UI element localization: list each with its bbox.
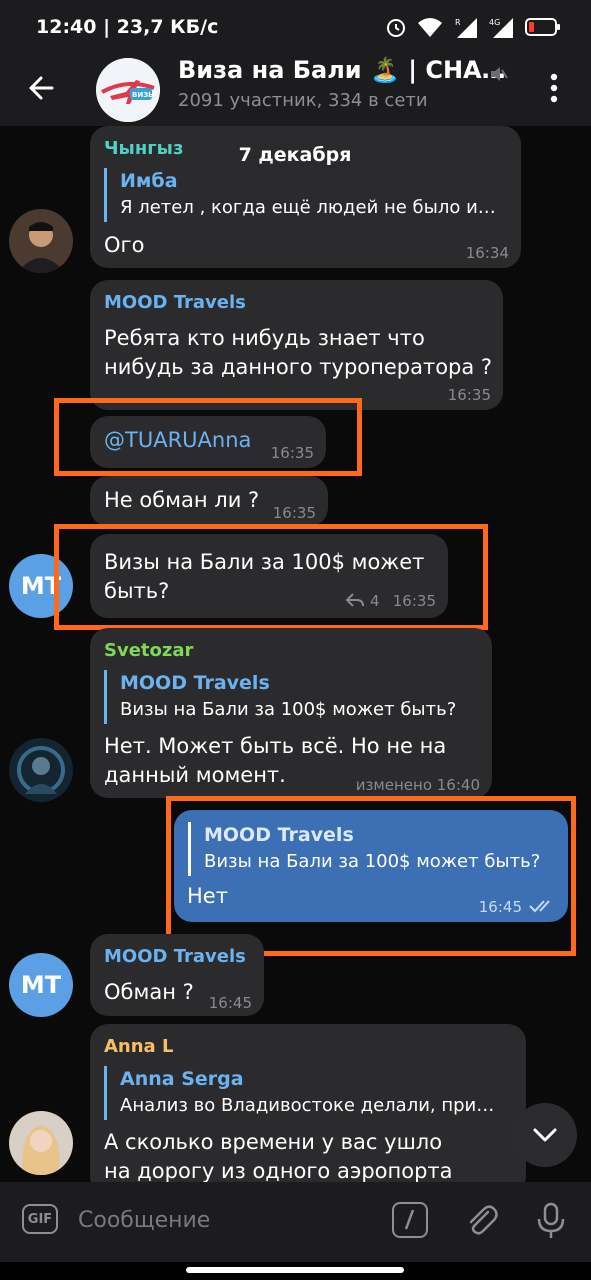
chevron-down-icon [533, 1128, 557, 1142]
message-time: 16:45 [208, 994, 252, 1012]
message-list[interactable]: Чынгыз Имба Я летел , когда ещё людей не… [0, 126, 591, 1182]
arrow-left-icon [29, 76, 54, 100]
message-bubble[interactable]: MOOD Travels Ребята кто нибудь знает что… [90, 280, 503, 410]
sender-name: MOOD Travels [104, 946, 246, 967]
status-icons: R 4G [385, 14, 561, 40]
paperclip-icon [469, 1205, 498, 1235]
date-divider: 7 декабря [232, 138, 358, 172]
user-photo-icon [9, 209, 73, 273]
scroll-to-bottom-button[interactable] [513, 1103, 577, 1167]
plane-logo-icon: ВИЗЫ [96, 58, 160, 122]
highlight-box [54, 524, 488, 630]
battery-icon [525, 18, 560, 36]
chat-subtitle: 2091 участник, 334 в сети [178, 90, 428, 111]
message-text: Не обман ли ? [104, 488, 260, 512]
quote-text: Анализ во Владивостоке делали, при… [120, 1095, 495, 1116]
message-text: на дорогу из одного аэропорта [104, 1159, 453, 1182]
signal-4g-icon: 4G [489, 18, 513, 38]
svg-text:4G: 4G [489, 18, 500, 27]
message-bubble[interactable]: Svetozar MOOD Travels Визы на Бали за 10… [90, 628, 492, 798]
message-time: 16:35 [272, 504, 316, 522]
status-time: 12:40 | 23,7 КБ/с [36, 16, 219, 38]
highlight-box [54, 398, 362, 476]
bot-commands-button[interactable] [392, 1202, 428, 1238]
channel-avatar[interactable]: ВИЗЫ [96, 58, 160, 122]
quote-author: MOOD Travels [120, 672, 270, 694]
message-composer: GIF [0, 1182, 591, 1262]
message-text: Ребята кто нибудь знает что [104, 326, 425, 350]
back-button[interactable] [22, 68, 62, 108]
attach-button[interactable] [462, 1200, 502, 1244]
message-time: изменено 16:40 [355, 776, 480, 794]
slash-icon [404, 1209, 415, 1230]
signal-r-icon: R [455, 18, 477, 38]
alarm-icon [387, 19, 405, 37]
avatar[interactable] [9, 738, 73, 802]
message-text: Нет. Может быть всё. Но не на [104, 734, 447, 758]
sender-name: Svetozar [104, 640, 194, 661]
avatar[interactable] [9, 209, 73, 273]
message-bubble[interactable]: MOOD Travels Обман ? 16:45 [90, 934, 264, 1016]
reply-quote[interactable]: MOOD Travels Визы на Бали за 100$ может … [104, 670, 480, 724]
reply-quote[interactable]: Anna Serga Анализ во Владивостоке делали… [104, 1066, 504, 1120]
message-text: А сколько времени у вас ушло [104, 1130, 443, 1154]
status-bar: 12:40 | 23,7 КБ/с R 4G [0, 0, 591, 54]
reply-quote[interactable]: Имба Я летел , когда ещё людей не было и… [104, 168, 504, 222]
sender-name: Anna L [104, 1036, 174, 1057]
more-menu-button[interactable] [542, 68, 566, 108]
avatar-label: ВИЗЫ [132, 91, 155, 99]
dots-vertical-icon [550, 73, 558, 103]
message-text: Ого [104, 233, 145, 257]
mute-icon [488, 64, 508, 88]
message-text: Обман ? [104, 980, 194, 1004]
quote-text: Я летел , когда ещё людей не было и… [120, 197, 496, 218]
sender-name: Чынгыз [104, 138, 184, 159]
message-bubble[interactable]: Не обман ли ? 16:35 [90, 476, 328, 526]
microphone-icon [537, 1202, 565, 1238]
gif-button[interactable]: GIF [22, 1204, 58, 1234]
chat-header: ВИЗЫ Виза на Бали 🏝️ | CHA… 2091 участни… [0, 54, 591, 126]
quote-text: Визы на Бали за 100$ может быть? [120, 699, 457, 720]
home-indicator [0, 1262, 591, 1280]
message-input[interactable] [78, 1202, 368, 1238]
user-photo-icon [9, 738, 73, 802]
avatar[interactable] [9, 1111, 73, 1175]
quote-author: Anna Serga [120, 1068, 244, 1090]
highlight-box [166, 796, 576, 956]
avatar[interactable]: MT [9, 953, 73, 1017]
message-time: 16:35 [447, 386, 491, 404]
user-photo-icon [9, 1111, 73, 1175]
message-text: данный момент. [104, 763, 286, 787]
sender-name: MOOD Travels [104, 292, 246, 313]
voice-record-button[interactable] [534, 1200, 568, 1244]
svg-text:R: R [455, 18, 461, 27]
home-indicator-pill[interactable] [186, 1267, 404, 1273]
message-time: 16:34 [465, 244, 509, 262]
message-text: нибудь за данного туроператора ? [104, 355, 493, 379]
chat-title[interactable]: Виза на Бали 🏝️ | CHA… [178, 56, 506, 84]
message-bubble[interactable]: Anna L Anna Serga Анализ во Владивостоке… [90, 1024, 526, 1182]
wifi-icon [418, 18, 442, 37]
